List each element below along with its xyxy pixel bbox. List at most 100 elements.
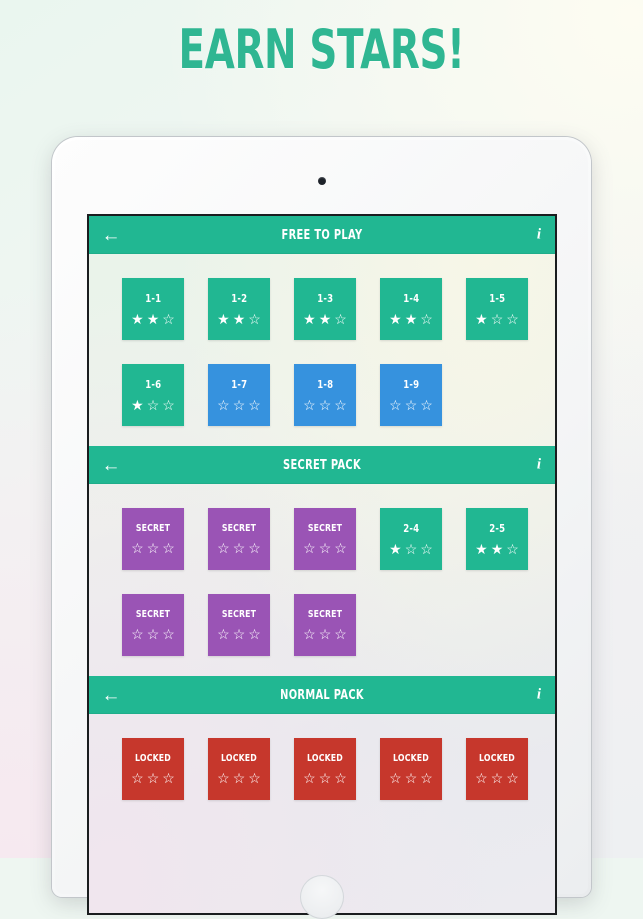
level-tile[interactable]: 1-1 ★ ★ ☆: [122, 278, 184, 340]
star-filled-icon: ★: [475, 311, 488, 327]
level-tile-label: 1-7: [231, 378, 247, 391]
star-empty-icon: ☆: [232, 397, 246, 413]
star-rating: ☆ ☆ ☆: [217, 398, 261, 412]
star-rating: ☆ ☆ ☆: [217, 771, 261, 785]
back-arrow-icon[interactable]: ←: [89, 456, 133, 475]
star-rating: ★ ☆ ☆: [389, 542, 433, 556]
star-rating: ★ ★ ☆: [217, 312, 261, 326]
star-empty-icon: ☆: [334, 311, 347, 327]
star-empty-icon: ☆: [248, 770, 261, 786]
level-tile[interactable]: LOCKED ☆ ☆ ☆: [294, 738, 356, 800]
star-empty-icon: ☆: [131, 770, 144, 786]
pack-body: LOCKED ☆ ☆ ☆ LOCKED ☆ ☆ ☆ LOCKED ☆ ☆ ☆ LOCKED ☆ ☆ ☆ LOCK…: [89, 714, 555, 820]
front-camera-icon: [317, 177, 326, 185]
level-tile-label: 1-1: [145, 292, 161, 305]
level-tile[interactable]: SECRET ☆ ☆ ☆: [294, 594, 356, 656]
star-empty-icon: ☆: [248, 311, 261, 327]
star-empty-icon: ☆: [248, 626, 261, 642]
star-empty-icon: ☆: [475, 770, 488, 786]
back-arrow-icon[interactable]: ←: [89, 226, 133, 245]
star-filled-icon: ★: [404, 311, 418, 327]
pack-header: ← FREE TO PLAY i: [89, 216, 555, 254]
page-headline: EARN STARS!: [178, 18, 465, 81]
star-rating: ☆ ☆ ☆: [131, 541, 175, 555]
star-empty-icon: ☆: [420, 541, 433, 557]
star-empty-icon: ☆: [146, 626, 160, 642]
star-empty-icon: ☆: [404, 541, 418, 557]
level-tile-row: 1-1 ★ ★ ☆ 1-2 ★ ★ ☆ 1-3 ★ ★ ☆ 1-4 ★ ★ ☆ 1-5 ★ ☆ ☆: [89, 278, 555, 340]
level-tile[interactable]: SECRET ☆ ☆ ☆: [122, 508, 184, 570]
star-empty-icon: ☆: [303, 770, 316, 786]
level-tile[interactable]: 1-9 ☆ ☆ ☆: [380, 364, 442, 426]
star-rating: ★ ★ ☆: [389, 312, 433, 326]
level-tile[interactable]: 1-8 ☆ ☆ ☆: [294, 364, 356, 426]
star-empty-icon: ☆: [131, 626, 144, 642]
info-icon[interactable]: i: [537, 457, 541, 474]
level-tile-row: 1-6 ★ ☆ ☆ 1-7 ☆ ☆ ☆ 1-8 ☆ ☆ ☆ 1-9 ☆ ☆ ☆: [89, 364, 555, 426]
star-rating: ★ ★ ☆: [475, 542, 519, 556]
star-rating: ☆ ☆ ☆: [303, 398, 347, 412]
level-tile[interactable]: SECRET ☆ ☆ ☆: [208, 594, 270, 656]
star-empty-icon: ☆: [146, 397, 160, 413]
star-filled-icon: ★: [217, 311, 230, 327]
level-tile[interactable]: 1-6 ★ ☆ ☆: [122, 364, 184, 426]
star-empty-icon: ☆: [404, 770, 418, 786]
level-tile-label: SECRET: [221, 523, 257, 534]
star-empty-icon: ☆: [420, 311, 433, 327]
pack-header: ← NORMAL PACK i: [89, 676, 555, 714]
level-tile-label: 1-8: [317, 378, 333, 391]
level-tile[interactable]: LOCKED ☆ ☆ ☆: [466, 738, 528, 800]
level-tile[interactable]: SECRET ☆ ☆ ☆: [208, 508, 270, 570]
level-tile-label: 2-4: [403, 522, 419, 535]
level-tile-row: LOCKED ☆ ☆ ☆ LOCKED ☆ ☆ ☆ LOCKED ☆ ☆ ☆ LOCKED ☆ ☆ ☆ LOCK…: [89, 738, 555, 800]
level-tile-label: SECRET: [221, 609, 257, 620]
level-tile[interactable]: 1-3 ★ ★ ☆: [294, 278, 356, 340]
star-empty-icon: ☆: [506, 770, 519, 786]
level-tile[interactable]: 2-4 ★ ☆ ☆: [380, 508, 442, 570]
star-empty-icon: ☆: [334, 626, 347, 642]
star-rating: ☆ ☆ ☆: [217, 627, 261, 641]
star-filled-icon: ★: [232, 311, 246, 327]
star-empty-icon: ☆: [318, 540, 332, 556]
level-tile[interactable]: LOCKED ☆ ☆ ☆: [208, 738, 270, 800]
star-empty-icon: ☆: [506, 311, 519, 327]
home-button[interactable]: [299, 875, 344, 919]
pack-body: 1-1 ★ ★ ☆ 1-2 ★ ★ ☆ 1-3 ★ ★ ☆ 1-4 ★ ★ ☆ 1-5 ★ ☆ ☆ 1-6 ★ ☆ ☆ 1-7 ☆…: [89, 254, 555, 446]
star-filled-icon: ★: [490, 541, 504, 557]
info-icon[interactable]: i: [537, 227, 541, 244]
star-empty-icon: ☆: [162, 397, 175, 413]
star-filled-icon: ★: [318, 311, 332, 327]
star-rating: ☆ ☆ ☆: [389, 771, 433, 785]
tablet-device-frame: ← FREE TO PLAY i 1-1 ★ ★ ☆ 1-2 ★ ★ ☆ 1-3 ★ ★ ☆ 1-4 ★ ★ ☆ 1-…: [52, 137, 591, 919]
level-tile[interactable]: LOCKED ☆ ☆ ☆: [122, 738, 184, 800]
star-empty-icon: ☆: [420, 770, 433, 786]
star-empty-icon: ☆: [162, 626, 175, 642]
star-empty-icon: ☆: [162, 311, 175, 327]
star-empty-icon: ☆: [334, 770, 347, 786]
star-filled-icon: ★: [303, 311, 316, 327]
star-empty-icon: ☆: [131, 540, 144, 556]
level-tile[interactable]: SECRET ☆ ☆ ☆: [294, 508, 356, 570]
level-tile-label: 1-4: [403, 292, 419, 305]
level-tile[interactable]: SECRET ☆ ☆ ☆: [122, 594, 184, 656]
star-empty-icon: ☆: [217, 540, 230, 556]
star-rating: ☆ ☆ ☆: [303, 627, 347, 641]
star-empty-icon: ☆: [248, 540, 261, 556]
star-empty-icon: ☆: [232, 770, 246, 786]
star-rating: ☆ ☆ ☆: [217, 541, 261, 555]
star-empty-icon: ☆: [232, 540, 246, 556]
level-tile[interactable]: 2-5 ★ ★ ☆: [466, 508, 528, 570]
level-tile[interactable]: 1-2 ★ ★ ☆: [208, 278, 270, 340]
star-empty-icon: ☆: [334, 540, 347, 556]
level-tile-row: SECRET ☆ ☆ ☆ SECRET ☆ ☆ ☆ SECRET ☆ ☆ ☆ 2-4 ★ ☆ ☆ 2-5 ★ ★ ☆: [89, 508, 555, 570]
star-filled-icon: ★: [131, 397, 144, 413]
level-tile[interactable]: 1-4 ★ ★ ☆: [380, 278, 442, 340]
level-tile[interactable]: 1-7 ☆ ☆ ☆: [208, 364, 270, 426]
star-empty-icon: ☆: [146, 540, 160, 556]
back-arrow-icon[interactable]: ←: [89, 686, 133, 705]
level-tile[interactable]: LOCKED ☆ ☆ ☆: [380, 738, 442, 800]
star-empty-icon: ☆: [248, 397, 261, 413]
star-empty-icon: ☆: [217, 397, 230, 413]
info-icon[interactable]: i: [537, 687, 541, 704]
level-tile[interactable]: 1-5 ★ ☆ ☆: [466, 278, 528, 340]
